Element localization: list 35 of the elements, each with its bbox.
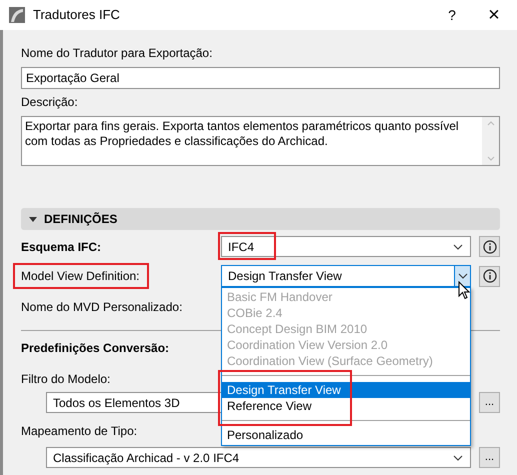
info-icon[interactable] bbox=[479, 236, 500, 257]
section-header[interactable]: DEFINIÇÕES bbox=[21, 208, 500, 230]
dropdown-option[interactable]: Design Transfer View bbox=[222, 382, 470, 398]
chevron-down-icon bbox=[453, 454, 463, 460]
mvd-dropdown[interactable]: Design Transfer View bbox=[221, 265, 471, 287]
scrollbar[interactable] bbox=[482, 117, 499, 165]
field-label: Predefinições Conversão: bbox=[21, 340, 170, 356]
scroll-down-icon[interactable] bbox=[486, 156, 494, 161]
field-label: Model View Definition: bbox=[21, 268, 140, 284]
name-input-field[interactable]: Exportação Geral bbox=[21, 67, 500, 89]
dropdown-option: Coordination View (Surface Geometry) bbox=[222, 353, 437, 369]
field-label: Descrição: bbox=[21, 94, 78, 110]
dropdown-option[interactable]: Personalizado bbox=[222, 427, 308, 443]
dropdown-option: COBie 2.4 bbox=[222, 305, 286, 321]
close-button[interactable]: × bbox=[471, 0, 517, 30]
type-mapping-dropdown[interactable]: Classificação Archicad - v 2.0 IFC4 bbox=[46, 447, 471, 468]
scroll-up-icon[interactable] bbox=[486, 121, 494, 126]
field-label: Mapeamento de Tipo: bbox=[21, 423, 138, 439]
help-button[interactable]: ? bbox=[437, 0, 467, 30]
description-field[interactable]: Exportar para fins gerais. Exporta tantos elementos paramétricos quanto possível com todas as Propriedades e classificações do Archicad. bbox=[21, 116, 500, 166]
more-button[interactable]: ... bbox=[479, 392, 500, 413]
dropdown-option[interactable]: Reference View bbox=[222, 398, 316, 414]
chevron-down-icon bbox=[453, 244, 463, 250]
info-icon[interactable] bbox=[479, 266, 500, 286]
field-label: Nome do MVD Personalizado: bbox=[21, 299, 182, 315]
chevron-down-icon bbox=[458, 273, 468, 279]
field-label: Nome do Tradutor para Exportação: bbox=[21, 45, 212, 61]
app-logo-icon bbox=[9, 7, 25, 23]
dropdown-option: Coordination View Version 2.0 bbox=[222, 337, 392, 353]
dropdown-option: Concept Design BIM 2010 bbox=[222, 321, 372, 337]
field-label: Esquema IFC: bbox=[21, 238, 102, 254]
more-button[interactable]: ... bbox=[479, 447, 500, 468]
field-label: Filtro do Modelo: bbox=[21, 371, 110, 387]
window-title: Tradutores IFC bbox=[33, 6, 120, 24]
dropdown-option: Basic FM Handover bbox=[222, 289, 336, 305]
